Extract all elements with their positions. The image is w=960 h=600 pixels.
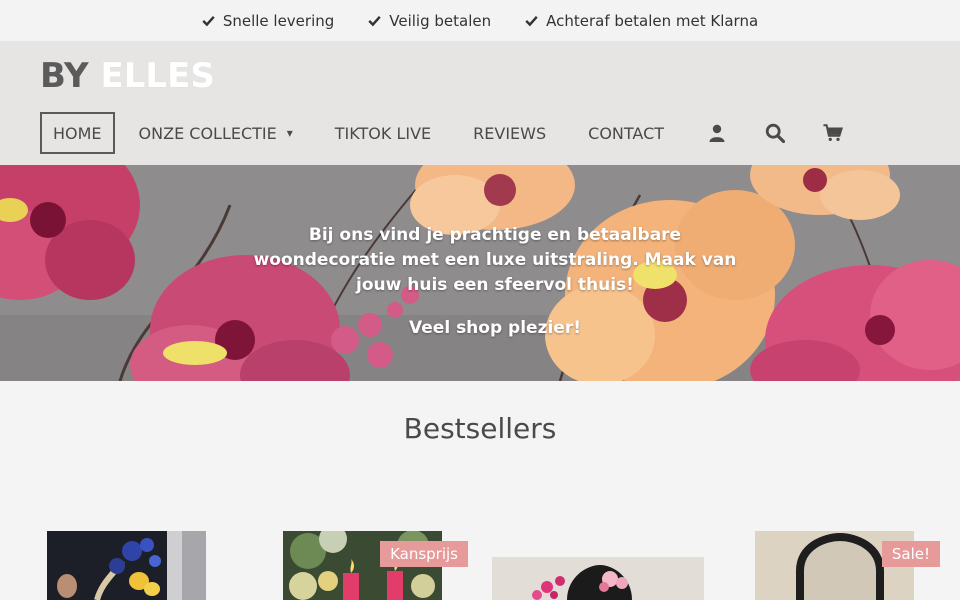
nav-label: REVIEWS [473,123,547,143]
product-card[interactable] [47,531,206,600]
nav-label: ONZE COLLECTIE [138,123,277,143]
nav-item-reviews[interactable]: REVIEWS [455,112,564,154]
usp-item: Achteraf betalen met Klarna [525,12,758,30]
checkmark-icon [368,16,381,27]
product-badge: Kansprijs [380,541,468,567]
usp-item: Veilig betalen [368,12,491,30]
nav-label: TIKTOK LIVE [334,123,432,143]
checkmark-icon [525,16,538,27]
nav-label: HOME [53,123,102,143]
product-card[interactable] [492,557,704,600]
section-title: Bestsellers [403,412,557,445]
product-image [492,557,704,600]
usp-bar: Snelle levering Veilig betalen Achteraf … [0,0,960,42]
nav-item-contact[interactable]: CONTACT [570,112,682,154]
nav-label: CONTACT [588,123,665,143]
hero-banner: Bij ons vind je prachtige en betaalbare … [0,165,960,381]
hero-text: Bij ons vind je prachtige en betaalbare … [0,223,960,341]
site-logo[interactable]: BY ELLES [40,56,215,96]
logo-part-1: BY [40,56,89,96]
search-button[interactable] [746,112,804,154]
user-icon [709,124,725,142]
usp-item: Snelle levering [202,12,334,30]
product-card[interactable]: Sale! [755,531,940,600]
search-icon [765,123,786,143]
usp-label: Achteraf betalen met Klarna [546,11,759,30]
site-header: BY ELLES HOME ONZE COLLECTIE ▾ TIKTOK LI… [0,42,960,165]
chevron-down-icon: ▾ [286,126,293,140]
nav-item-home[interactable]: HOME [40,112,115,154]
logo-part-2: ELLES [100,56,215,96]
product-image [47,531,206,600]
hero-tagline: Veel shop plezier! [409,318,581,338]
usp-label: Veilig betalen [389,11,492,30]
main-nav: HOME ONZE COLLECTIE ▾ TIKTOK LIVE REVIEW… [40,112,862,154]
product-card[interactable]: Kansprijs [283,531,470,600]
nav-item-collectie[interactable]: ONZE COLLECTIE ▾ [125,112,311,154]
cart-icon [823,124,844,141]
nav-item-tiktok-live[interactable]: TIKTOK LIVE [317,112,449,154]
checkmark-icon [202,16,215,27]
account-button[interactable] [688,112,746,154]
hero-paragraph: Bij ons vind je prachtige en betaalbare … [253,225,737,295]
cart-button[interactable] [804,112,862,154]
usp-label: Snelle levering [222,11,335,30]
product-badge: Sale! [881,541,940,567]
